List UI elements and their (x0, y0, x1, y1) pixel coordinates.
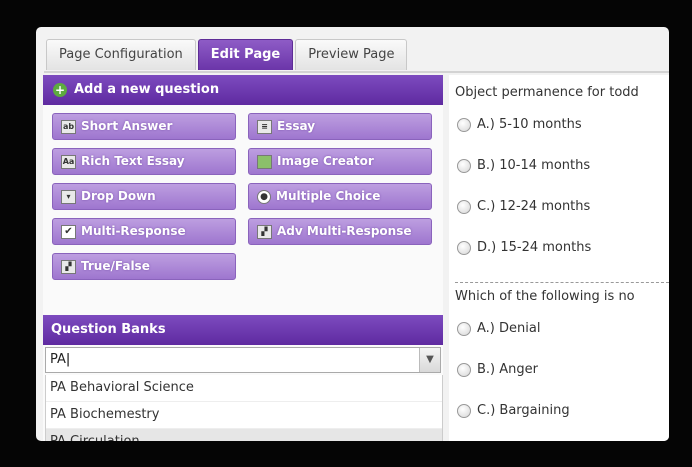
text-field-icon: ab (61, 119, 76, 134)
multi-response-label: Multi-Response (81, 224, 186, 238)
radio-icon[interactable] (457, 240, 471, 255)
drop-down-label: Drop Down (81, 189, 156, 203)
question-1-option-d[interactable]: D.) 15-24 months (457, 240, 591, 255)
multi-response-button[interactable]: ✔ Multi-Response (52, 218, 236, 245)
rich-text-essay-label: Rich Text Essay (81, 154, 185, 168)
tab-bar: Page Configuration Edit Page Preview Pag… (46, 39, 408, 71)
essay-button[interactable]: ≡ Essay (248, 113, 432, 140)
radio-icon[interactable] (457, 321, 471, 336)
true-false-button[interactable]: ▞ True/False (52, 253, 236, 280)
option-label: A.) 5-10 months (477, 117, 582, 132)
add-icon: + (53, 83, 67, 97)
question-2-option-c[interactable]: C.) Bargaining (457, 403, 570, 418)
essay-icon: ≡ (257, 119, 272, 134)
question-1-option-b[interactable]: B.) 10-14 months (457, 158, 590, 173)
essay-label: Essay (277, 119, 316, 133)
question-2-option-b[interactable]: B.) Anger (457, 362, 538, 377)
rich-text-essay-button[interactable]: Aa Rich Text Essay (52, 148, 236, 175)
dropdown-icon: ▾ (61, 189, 76, 204)
multiple-choice-label: Multiple Choice (276, 189, 381, 203)
image-icon (257, 154, 272, 169)
tab-divider (44, 71, 669, 73)
short-answer-label: Short Answer (81, 119, 173, 133)
adv-multi-response-button[interactable]: ▞ Adv Multi-Response (248, 218, 432, 245)
app-window: Page Configuration Edit Page Preview Pag… (36, 27, 669, 441)
rich-text-icon: Aa (61, 154, 76, 169)
checkbox-icon: ✔ (61, 224, 76, 239)
tab-edit-page[interactable]: Edit Page (197, 39, 294, 70)
adv-multi-response-label: Adv Multi-Response (277, 224, 412, 238)
question-2-option-a[interactable]: A.) Denial (457, 321, 540, 336)
option-label: A.) Denial (477, 321, 541, 336)
multiple-choice-button[interactable]: ● Multiple Choice (248, 183, 432, 210)
chevron-down-icon[interactable]: ▼ (419, 348, 440, 372)
drop-down-button[interactable]: ▾ Drop Down (52, 183, 236, 210)
tab-preview-page[interactable]: Preview Page (295, 39, 408, 70)
option-label: C.) Bargaining (477, 403, 570, 418)
add-question-header[interactable]: + Add a new question (43, 75, 443, 105)
option-label: B.) Anger (477, 362, 538, 377)
true-false-label: True/False (81, 259, 150, 273)
radio-icon[interactable] (457, 117, 471, 132)
suggestion-item[interactable]: PA Biochemestry (46, 402, 442, 429)
option-label: B.) 10-14 months (477, 158, 591, 173)
editor-panel: + Add a new question ab Short Answer ≡ E… (43, 75, 443, 441)
radio-icon: ● (257, 189, 271, 204)
question-bank-input-value: PA (50, 352, 66, 367)
question-1-option-a[interactable]: A.) 5-10 months (457, 117, 582, 132)
suggestion-item[interactable]: PA Behavioral Science (46, 375, 442, 402)
question-bank-suggestions: PA Behavioral Science PA Biochemestry PA… (45, 375, 443, 441)
tab-page-configuration[interactable]: Page Configuration (46, 39, 196, 70)
radio-icon[interactable] (457, 158, 471, 173)
option-label: D.) 15-24 months (477, 240, 592, 255)
question-banks-header[interactable]: Question Banks (43, 315, 443, 345)
image-creator-button[interactable]: Image Creator (248, 148, 432, 175)
preview-panel: Object permanence for todd A.) 5-10 mont… (449, 75, 669, 441)
radio-icon[interactable] (457, 199, 471, 214)
question-bank-search-input[interactable]: PA| ▼ (45, 347, 441, 373)
option-label: C.) 12-24 months (477, 199, 591, 214)
adv-multi-icon: ▞ (257, 224, 272, 239)
true-false-icon: ▞ (61, 259, 76, 274)
image-creator-label: Image Creator (277, 154, 374, 168)
short-answer-button[interactable]: ab Short Answer (52, 113, 236, 140)
question-1-option-c[interactable]: C.) 12-24 months (457, 199, 590, 214)
radio-icon[interactable] (457, 362, 471, 377)
question-divider (455, 282, 669, 283)
add-question-label: Add a new question (74, 82, 220, 97)
suggestion-item[interactable]: PA Circulation (46, 429, 442, 441)
radio-icon[interactable] (457, 403, 471, 418)
question-1-title: Object permanence for todd (455, 85, 639, 100)
question-type-grid: ab Short Answer ≡ Essay Aa Rich Text Ess… (43, 105, 443, 315)
question-2-title: Which of the following is no (455, 289, 635, 304)
